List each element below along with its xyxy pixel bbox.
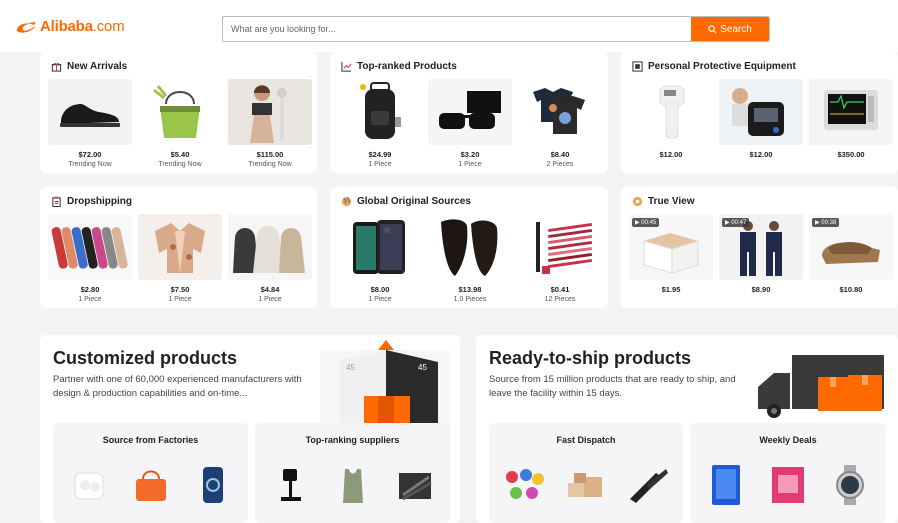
search-icon bbox=[708, 24, 717, 33]
swatches-image bbox=[393, 463, 437, 507]
card-title: Dropshipping bbox=[51, 196, 132, 207]
search-button-label: Search bbox=[720, 23, 752, 35]
tank-top-image bbox=[331, 463, 375, 507]
card-title: Personal Protective Equipment bbox=[632, 61, 796, 72]
product-item[interactable]: $350.00 bbox=[809, 79, 893, 161]
video-duration-badge: ▶ 00:45 bbox=[632, 218, 660, 227]
panel-title: Ready-to-ship products bbox=[489, 348, 692, 368]
shield-box-icon bbox=[632, 61, 643, 72]
card-true-view[interactable]: True View ▶ 00:45 $1.95 ▶ 00:47 $8.90 ▶ … bbox=[621, 187, 898, 308]
card-title: Top-ranked Products bbox=[341, 61, 457, 72]
globe-icon bbox=[341, 196, 352, 207]
clipboard-icon bbox=[52, 196, 61, 207]
product-image-sneaker bbox=[48, 79, 132, 145]
video-duration-badge: ▶ 00:38 bbox=[812, 218, 840, 227]
video-duration-badge: ▶ 00:47 bbox=[722, 218, 750, 227]
product-item[interactable]: $12.00 bbox=[629, 79, 713, 161]
product-image-backpack bbox=[338, 79, 422, 145]
panel-description: Partner with one of 60,000 experienced m… bbox=[53, 374, 302, 399]
product-image-fitness-model bbox=[228, 79, 312, 145]
top-header: Alibaba.com Search bbox=[0, 0, 898, 52]
trend-up-icon bbox=[341, 61, 352, 72]
product-item[interactable]: $8.40 2 Pieces bbox=[518, 79, 602, 168]
camera-stand-image bbox=[269, 463, 313, 507]
eye-icon bbox=[632, 196, 643, 207]
product-item[interactable]: $3.20 1 Piece bbox=[428, 79, 512, 168]
alibaba-logo[interactable]: Alibaba.com bbox=[14, 18, 125, 35]
search-button[interactable]: Search bbox=[691, 17, 769, 41]
delivery-truck-illustration bbox=[758, 355, 884, 418]
customized-products-panel: Customized products Partner with one of … bbox=[40, 335, 460, 523]
product-item[interactable]: $7.50 1 Piece bbox=[138, 214, 222, 303]
product-item[interactable]: $2.80 1 Piece bbox=[48, 214, 132, 303]
product-image-patient-monitor bbox=[809, 79, 893, 145]
card-title: True View bbox=[632, 196, 695, 207]
product-image-sunglasses bbox=[428, 79, 512, 145]
product-image-hair-wigs bbox=[428, 214, 512, 280]
customization-illustration: 45 45 bbox=[320, 340, 450, 428]
product-item[interactable]: ▶ 00:38 $10.80 bbox=[809, 214, 893, 296]
card-personal-protective-equipment[interactable]: Personal Protective Equipment $12.00 $12… bbox=[621, 52, 898, 173]
product-image-tshirts bbox=[518, 79, 602, 145]
product-item[interactable]: $24.99 1 Piece bbox=[338, 79, 422, 168]
product-item[interactable]: $8.00 1 Piece bbox=[338, 214, 422, 303]
tile-source-from-factories[interactable]: Source from Factories bbox=[53, 423, 248, 523]
card-title: New Arrivals bbox=[51, 61, 127, 72]
search-bar: Search bbox=[222, 16, 770, 42]
product-image-tote-bag bbox=[138, 79, 222, 145]
product-item[interactable]: $72.00 Trending Now bbox=[48, 79, 132, 168]
handbag-image bbox=[129, 463, 173, 507]
ready-to-ship-panel: Ready-to-ship products Source from 15 mi… bbox=[476, 335, 898, 523]
product-image-knee-sleeves bbox=[48, 214, 132, 280]
card-top-ranked-products[interactable]: Top-ranked Products $24.99 1 Piece $3.20… bbox=[330, 52, 608, 173]
earbuds-image bbox=[67, 463, 111, 507]
product-image-smartphones bbox=[338, 214, 422, 280]
product-item[interactable]: $4.84 1 Piece bbox=[228, 214, 312, 303]
phone-case-image bbox=[191, 463, 235, 507]
tile-top-ranking-suppliers[interactable]: Top-ranking suppliers bbox=[255, 423, 450, 523]
product-item[interactable]: $115.00 Trending Now bbox=[228, 79, 312, 168]
product-item[interactable]: ▶ 00:47 $8.90 bbox=[719, 214, 803, 296]
product-image-lip-liners bbox=[518, 214, 602, 280]
product-image-kimono bbox=[138, 214, 222, 280]
gift-icon bbox=[51, 62, 62, 72]
product-image-hoodies bbox=[228, 214, 312, 280]
tile-fast-dispatch[interactable]: Fast Dispatch bbox=[489, 423, 683, 523]
card-global-original-sources[interactable]: Global Original Sources $8.00 1 Piece $1… bbox=[330, 187, 608, 308]
card-title: Global Original Sources bbox=[341, 196, 471, 207]
product-image-thermometer bbox=[629, 79, 713, 145]
toys-image bbox=[502, 463, 546, 507]
product-item[interactable]: ▶ 00:45 $1.95 bbox=[629, 214, 713, 296]
wood-blocks-image bbox=[564, 463, 608, 507]
panel-title: Customized products bbox=[53, 348, 238, 368]
svg-text:45: 45 bbox=[418, 363, 427, 372]
svg-text:45: 45 bbox=[346, 363, 355, 372]
product-video-slides: ▶ 00:38 bbox=[809, 214, 893, 280]
card-dropshipping[interactable]: Dropshipping $2.80 1 Piece $7.50 1 Piece… bbox=[40, 187, 317, 308]
alibaba-logo-icon bbox=[16, 21, 36, 33]
product-video-scrubs: ▶ 00:47 bbox=[719, 214, 803, 280]
tile-weekly-deals[interactable]: Weekly Deals bbox=[690, 423, 886, 523]
product-item[interactable]: $12.00 bbox=[719, 79, 803, 161]
panel-description: Source from 15 million products that are… bbox=[489, 374, 736, 399]
product-video-boxes: ▶ 00:45 bbox=[629, 214, 713, 280]
product-item[interactable]: $5.40 Trending Now bbox=[138, 79, 222, 168]
product-item[interactable]: $13.98 1.0 Pieces bbox=[428, 214, 512, 303]
search-input[interactable] bbox=[223, 17, 691, 41]
product-item[interactable]: $0.41 12 Pieces bbox=[518, 214, 602, 303]
product-image-bp-monitor bbox=[719, 79, 803, 145]
knife-image bbox=[626, 463, 670, 507]
cosmetic-box-image bbox=[766, 463, 810, 507]
watch-image bbox=[828, 463, 872, 507]
logo-text: Alibaba.com bbox=[40, 18, 125, 35]
card-new-arrivals[interactable]: New Arrivals $72.00 Trending Now $5.40 T… bbox=[40, 52, 317, 173]
phone-box-image bbox=[704, 463, 748, 507]
